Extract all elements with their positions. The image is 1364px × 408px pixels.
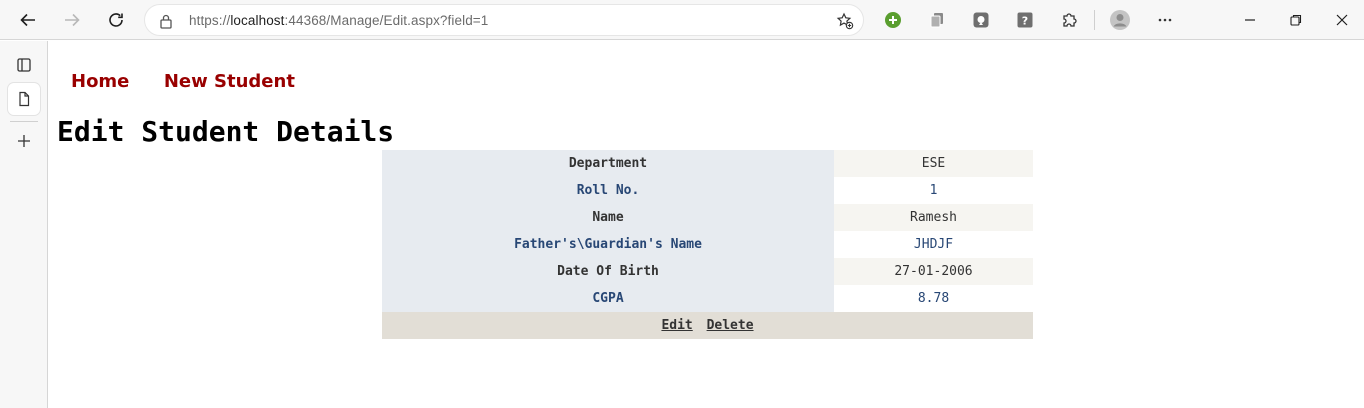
field-label: Department — [382, 150, 834, 177]
more-options-icon[interactable] — [1149, 4, 1181, 36]
student-details-view: Department ESE Roll No. 1 Name Ramesh Fa… — [382, 150, 1033, 339]
field-value: Ramesh — [834, 204, 1033, 231]
details-row: CGPA 8.78 — [382, 285, 1033, 312]
tab-divider — [10, 121, 38, 122]
field-label: CGPA — [382, 285, 834, 312]
field-label: Date Of Birth — [382, 258, 834, 285]
forward-button[interactable] — [56, 4, 88, 36]
browser-toolbar: https://localhost:44368/Manage/Edit.aspx… — [0, 0, 1364, 40]
delete-link[interactable]: Delete — [707, 318, 754, 333]
page-content: Home New Student Edit Student Details De… — [49, 41, 1364, 408]
extension-add-icon[interactable] — [877, 4, 909, 36]
tab-actions-menu[interactable] — [8, 49, 40, 81]
details-actions: Edit Delete — [382, 312, 1033, 339]
url-text: https://localhost:44368/Manage/Edit.aspx… — [189, 13, 488, 28]
nav-new-student-link[interactable]: New Student — [164, 71, 295, 92]
page-icon — [19, 91, 30, 107]
field-value: 1 — [834, 177, 1033, 204]
top-nav: Home New Student — [71, 71, 325, 92]
details-row: Roll No. 1 — [382, 177, 1033, 204]
restore-button[interactable] — [1280, 4, 1312, 36]
close-icon — [1336, 14, 1348, 26]
nav-home-link[interactable]: Home — [71, 71, 129, 92]
url-host: localhost — [230, 13, 285, 28]
details-row: Department ESE — [382, 150, 1033, 177]
toolbar-separator — [1094, 10, 1095, 30]
forward-arrow-icon — [65, 13, 80, 27]
field-value: ESE — [834, 150, 1033, 177]
field-label: Name — [382, 204, 834, 231]
restore-icon — [1290, 14, 1302, 26]
back-button[interactable] — [12, 4, 44, 36]
tab-current-page[interactable] — [8, 83, 40, 115]
refresh-icon — [109, 13, 123, 27]
edit-link[interactable]: Edit — [661, 318, 692, 333]
lock-icon — [159, 13, 173, 34]
field-label: Father's\Guardian's Name — [382, 231, 834, 258]
tab-actions-icon — [17, 58, 31, 72]
address-bar[interactable]: https://localhost:44368/Manage/Edit.aspx… — [144, 4, 864, 36]
minimize-button[interactable] — [1234, 4, 1266, 36]
new-tab-button[interactable] — [8, 125, 40, 157]
add-favorite-icon[interactable] — [835, 11, 855, 31]
details-row: Date Of Birth 27-01-2006 — [382, 258, 1033, 285]
field-label: Roll No. — [382, 177, 834, 204]
page-title: Edit Student Details — [57, 115, 395, 148]
help-icon[interactable]: ? — [1009, 4, 1041, 36]
url-path: :44368/Manage/Edit.aspx?field=1 — [284, 13, 489, 28]
refresh-button[interactable] — [100, 4, 132, 36]
collections-icon[interactable] — [921, 4, 953, 36]
profile-avatar[interactable] — [1104, 4, 1136, 36]
extensions-puzzle-icon[interactable] — [1053, 4, 1085, 36]
details-row: Name Ramesh — [382, 204, 1033, 231]
details-row: Father's\Guardian's Name JHDJF — [382, 231, 1033, 258]
back-arrow-icon — [20, 13, 35, 27]
svg-text:?: ? — [1022, 15, 1028, 28]
vertical-tab-strip — [0, 41, 48, 408]
field-value: 8.78 — [834, 285, 1033, 312]
field-value: 27-01-2006 — [834, 258, 1033, 285]
details-footer-row: Edit Delete — [382, 312, 1033, 339]
field-value: JHDJF — [834, 231, 1033, 258]
close-button[interactable] — [1326, 4, 1358, 36]
extension-shield-icon[interactable] — [965, 4, 997, 36]
url-scheme: https:// — [189, 13, 231, 28]
plus-icon — [18, 135, 30, 147]
minimize-icon — [1245, 19, 1255, 21]
